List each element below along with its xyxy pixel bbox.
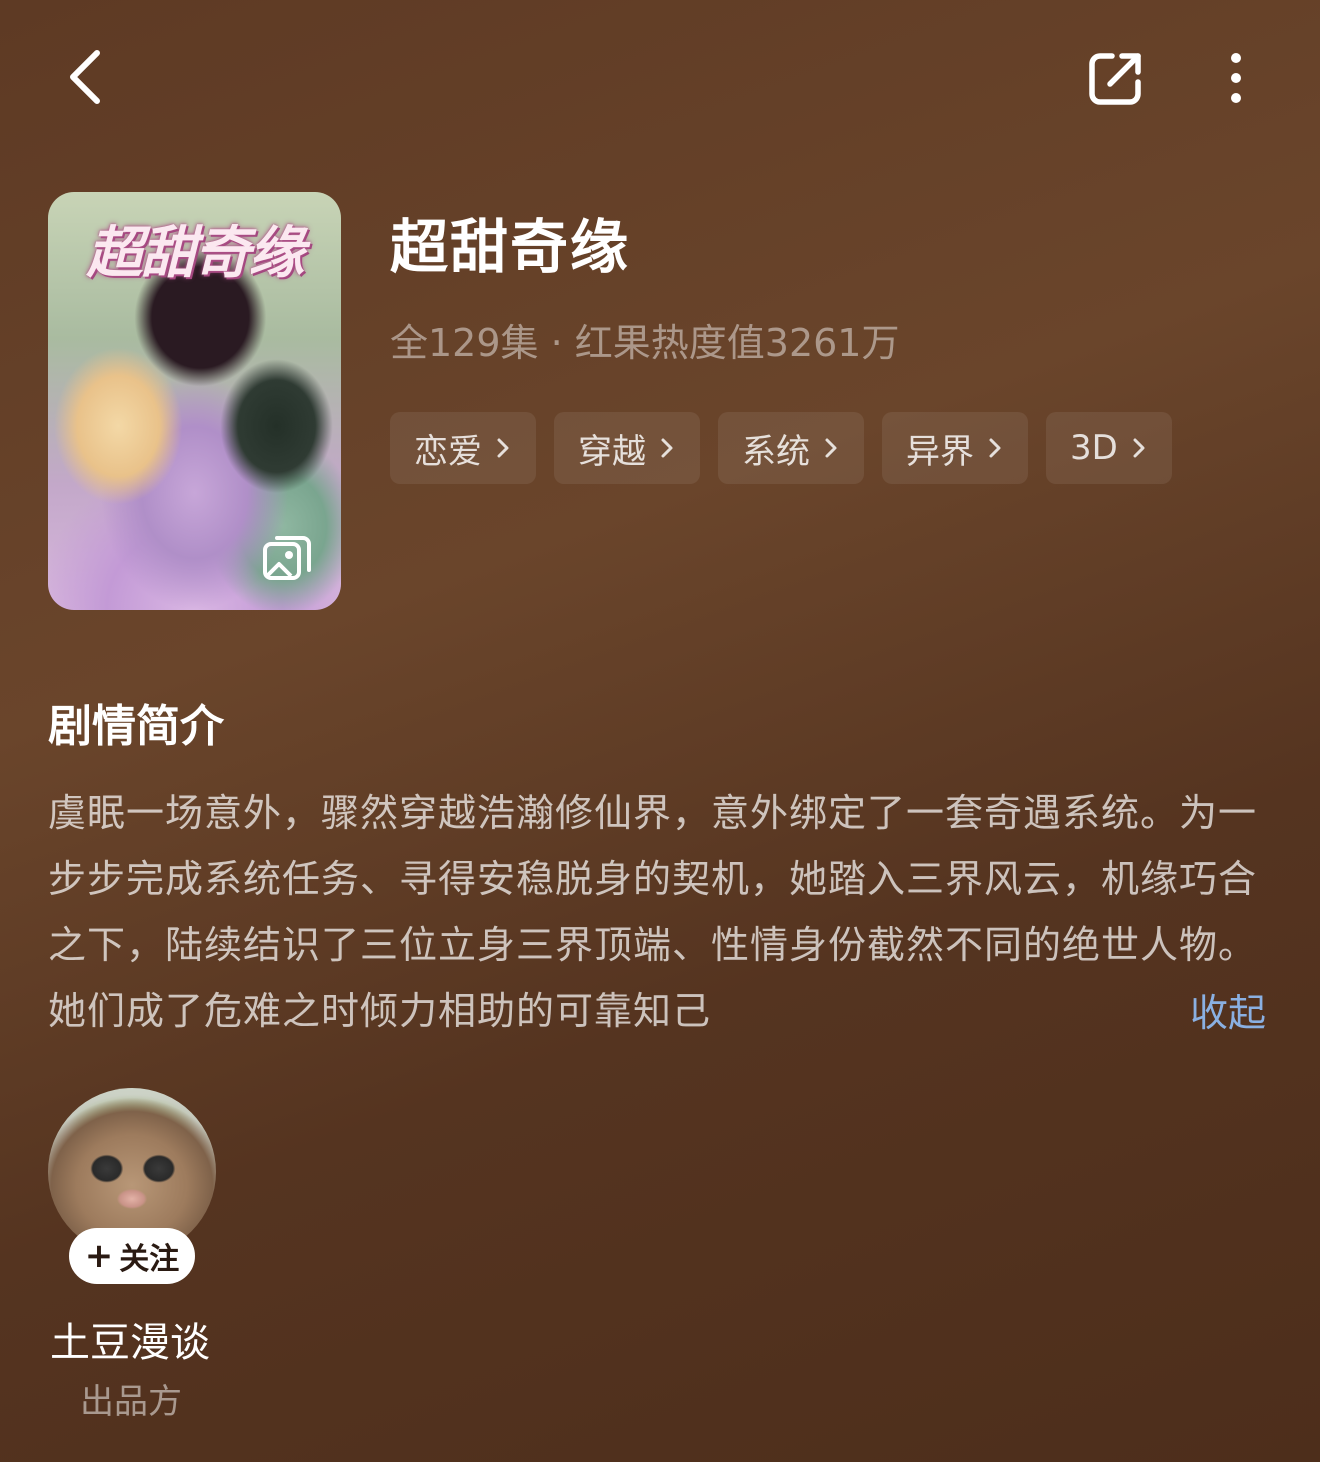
more-button[interactable] bbox=[1206, 42, 1266, 114]
tag-system[interactable]: 系统 bbox=[718, 412, 864, 484]
drama-cover-image[interactable]: 超甜奇缘 bbox=[48, 192, 341, 610]
chevron-right-icon bbox=[661, 438, 673, 458]
gallery-icon[interactable] bbox=[261, 532, 315, 586]
drama-meta: 全129集 · 红果热度值3261万 bbox=[390, 321, 900, 365]
share-external-icon bbox=[1089, 53, 1141, 105]
chevron-right-icon bbox=[497, 438, 509, 458]
follow-button[interactable]: + 关注 bbox=[69, 1228, 195, 1284]
back-button[interactable] bbox=[50, 40, 120, 114]
collapse-link[interactable]: 收起 bbox=[1190, 982, 1266, 1037]
chevron-left-icon bbox=[70, 50, 100, 104]
more-vertical-icon bbox=[1231, 53, 1241, 103]
tag-3d[interactable]: 3D bbox=[1046, 412, 1172, 484]
chevron-right-icon bbox=[1133, 438, 1145, 458]
tag-time-travel[interactable]: 穿越 bbox=[554, 412, 700, 484]
share-button[interactable] bbox=[1078, 42, 1154, 114]
producer-name[interactable]: 土豆漫谈 bbox=[50, 1310, 210, 1368]
synopsis-heading: 剧情简介 bbox=[48, 701, 224, 752]
follow-label: 关注 bbox=[119, 1242, 180, 1277]
tag-label: 3D bbox=[1070, 428, 1118, 468]
tag-romance[interactable]: 恋爱 bbox=[390, 412, 536, 484]
tag-label: 穿越 bbox=[578, 431, 646, 472]
chevron-right-icon bbox=[825, 438, 837, 458]
drama-title: 超甜奇缘 bbox=[390, 213, 631, 281]
tag-label: 异界 bbox=[906, 431, 974, 472]
tag-list: 恋爱 穿越 系统 异界 3D bbox=[390, 412, 1172, 484]
plus-icon: + bbox=[84, 1236, 114, 1276]
producer-role: 出品方 bbox=[80, 1382, 182, 1422]
chevron-right-icon bbox=[989, 438, 1001, 458]
tag-label: 系统 bbox=[742, 431, 810, 472]
synopsis-text: 虞眠一场意外，骤然穿越浩瀚修仙界，意外绑定了一套奇遇系统。为一步步完成系统任务、… bbox=[48, 791, 1258, 1033]
cover-title-art: 超甜奇缘 bbox=[86, 220, 305, 286]
tag-label: 恋爱 bbox=[414, 431, 482, 472]
tag-otherworld[interactable]: 异界 bbox=[882, 412, 1028, 484]
